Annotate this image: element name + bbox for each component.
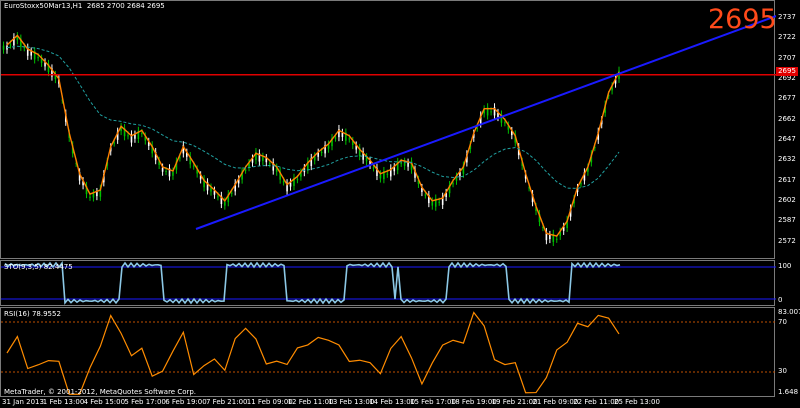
slow-ma-line: [6, 45, 620, 189]
candle-body: [268, 163, 271, 165]
price-tick: 2617: [778, 175, 796, 184]
candle-body: [89, 196, 91, 198]
candle-body: [555, 238, 558, 240]
candle-body: [431, 201, 434, 206]
candle-body: [113, 142, 115, 144]
candle-body: [452, 183, 454, 185]
stoch-line: [4, 261, 621, 305]
price-tick: 2722: [778, 33, 796, 42]
candle-body: [549, 234, 551, 240]
time-tick: 15 Feb 17:00: [410, 398, 456, 406]
copyright-text: MetaTrader, © 2001-2012, MetaQuotes Soft…: [4, 388, 197, 396]
candle-body: [334, 137, 337, 139]
time-tick: 22 Feb 11:00: [573, 398, 620, 406]
time-tick: 19 Feb 21:00: [491, 398, 538, 406]
symbol-title: EuroStoxx50Mar13,H1: [4, 2, 83, 10]
candle-body: [192, 165, 195, 167]
price-tick: 2587: [778, 216, 796, 225]
rsi-tick-top: 83.0075: [778, 308, 800, 316]
candle-body: [92, 193, 95, 198]
price-tick: 2737: [778, 12, 796, 21]
stoch-tick-0: 0: [778, 296, 783, 304]
candle-body: [2, 45, 5, 50]
candle-body: [580, 183, 582, 185]
price-tick: 2572: [778, 236, 796, 245]
candle-body: [134, 134, 136, 139]
candle-body: [141, 133, 143, 135]
trend-line: [195, 15, 776, 230]
candle-body: [504, 122, 506, 124]
candle-body: [230, 192, 233, 194]
current-price-tag: 2695: [776, 67, 798, 76]
stoch-tick-100: 100: [778, 262, 792, 270]
price-tick: 2647: [778, 134, 796, 143]
candle-body: [490, 111, 492, 113]
time-tick: 12 Feb 11:00: [287, 398, 334, 406]
time-tick: 21 Feb 09:00: [532, 398, 579, 406]
price-chart-svg: [1, 15, 776, 247]
candle-body: [37, 57, 39, 59]
rsi-pane[interactable]: [0, 307, 776, 397]
candle-body: [9, 44, 12, 46]
candle-body: [407, 162, 409, 167]
candle-body: [172, 171, 174, 176]
candle-body: [217, 196, 219, 198]
price-tick: 2632: [778, 155, 796, 164]
big-price-readout: 2695: [708, 4, 777, 35]
candle-body: [400, 162, 402, 164]
candle-body: [348, 138, 351, 140]
stochastic-label: STO(9,3,5) 82.4475: [4, 263, 73, 271]
candle-body: [96, 192, 98, 197]
candle-body: [23, 47, 26, 49]
candle-body: [30, 51, 33, 56]
rsi-label: RSI(16) 78.9552: [4, 310, 61, 318]
stochastic-svg: [1, 261, 776, 305]
candle-body: [165, 171, 167, 173]
time-tick: 6 Feb 19:00: [165, 398, 207, 406]
rsi-line: [6, 311, 620, 395]
candle-body: [296, 179, 299, 181]
candle-body: [386, 173, 389, 175]
price-chart-pane[interactable]: [0, 0, 776, 259]
time-tick: 25 Feb 13:00: [614, 398, 660, 406]
time-tick: 7 Feb 21:00: [206, 398, 248, 406]
time-tick: 4 Feb 15:00: [83, 398, 126, 406]
price-tick: 2707: [778, 53, 796, 62]
price-tick: 2602: [778, 195, 796, 204]
candle-body: [161, 167, 164, 172]
time-tick: 13 Feb 13:00: [328, 398, 375, 406]
rsi-tick-bottom: 1.648: [778, 388, 799, 396]
candle-body: [379, 174, 382, 179]
time-tick: 11 Feb 09:00: [246, 398, 293, 406]
candle-body: [282, 181, 285, 183]
stochastic-pane[interactable]: [0, 260, 776, 306]
rsi-tick-70: 70: [778, 318, 787, 326]
candle-body: [127, 135, 129, 137]
price-tick: 2677: [778, 94, 796, 103]
candle-body: [320, 152, 323, 154]
candle-body: [438, 201, 441, 203]
ohlc-values: 2685 2700 2684 2695: [86, 2, 165, 10]
candle-body: [224, 201, 226, 206]
fast-ma-line: [6, 34, 620, 237]
candle-body: [424, 194, 427, 196]
rsi-svg: [1, 311, 776, 395]
candle-body: [244, 169, 247, 171]
time-tick: 1 Feb 13:00: [42, 398, 85, 406]
time-tick: 31 Jan 2013: [2, 398, 44, 406]
symbol-label: EuroStoxx50Mar13,H1 2685 2700 2684 2695: [4, 2, 165, 10]
time-tick: 5 Feb 17:00: [124, 398, 166, 406]
candle-body: [341, 132, 344, 137]
rsi-tick-30: 30: [778, 367, 787, 375]
time-tick: 14 Feb 13:00: [369, 398, 416, 406]
price-tick: 2662: [778, 114, 796, 123]
candle-body: [372, 167, 375, 169]
time-axis: 31 Jan 2013 1 Feb 13:00 4 Feb 15:00 5 Feb 1…: [0, 398, 775, 408]
candle-body: [262, 156, 264, 161]
time-tick: 18 Feb 19:00: [450, 398, 497, 406]
